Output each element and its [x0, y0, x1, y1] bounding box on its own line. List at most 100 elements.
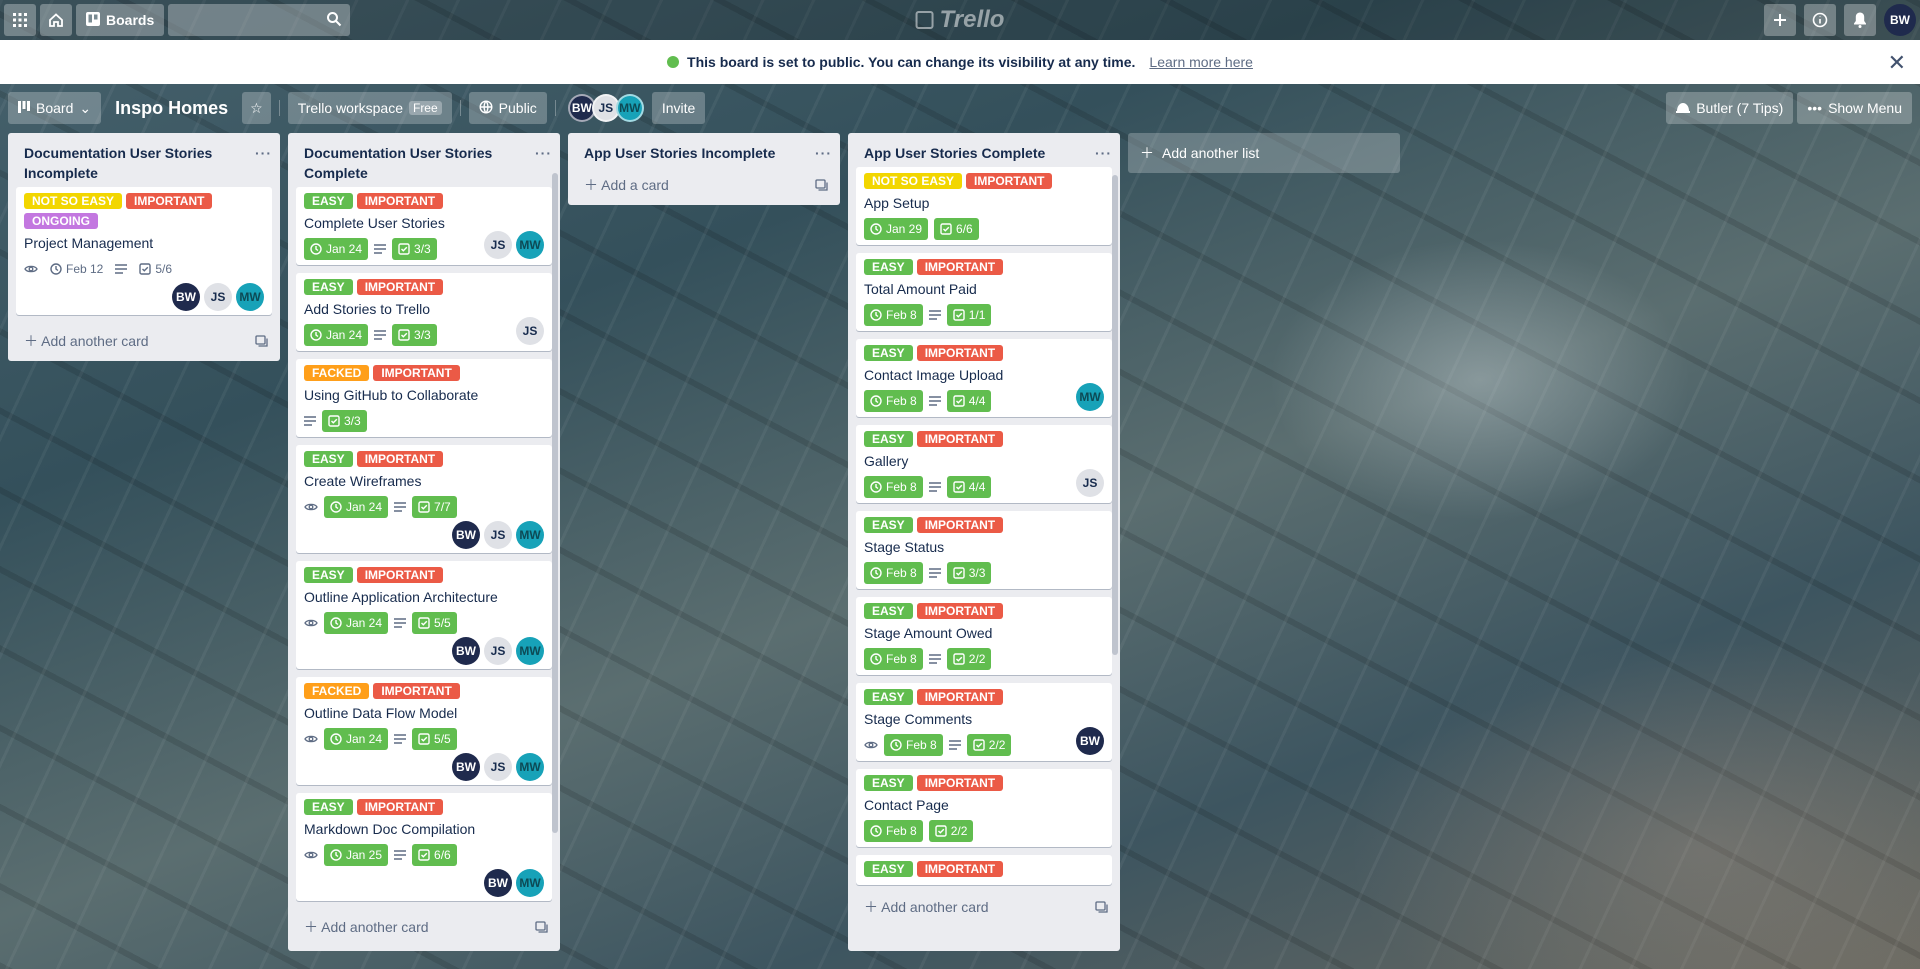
close-icon[interactable]: ✕ [1888, 50, 1906, 76]
card[interactable]: EASY IMPORTANT Contact Image Upload Feb 8 4/… [856, 339, 1112, 417]
list-title[interactable]: App User Stories Complete [864, 143, 1045, 163]
card-label[interactable]: EASY [304, 451, 353, 467]
more-icon[interactable]: ··· [535, 143, 552, 183]
card-label[interactable]: ONGOING [24, 213, 99, 229]
member-avatar[interactable]: JS [204, 283, 232, 311]
learn-more-link[interactable]: Learn more here [1149, 54, 1253, 70]
card[interactable]: EASY IMPORTANT Add Stories to Trello Jan 24… [296, 273, 552, 351]
card-label[interactable]: IMPORTANT [356, 799, 444, 815]
info-icon[interactable] [1804, 4, 1836, 36]
card-label[interactable]: FACKED [304, 365, 370, 381]
card-label[interactable]: NOT SO EASY [864, 173, 963, 189]
workspace-button[interactable]: Trello workspace Free [287, 92, 452, 124]
member-avatar[interactable]: JS [484, 521, 512, 549]
card-label[interactable]: EASY [304, 567, 353, 583]
due-date-badge[interactable]: Feb 8 [864, 476, 923, 498]
card-label[interactable]: IMPORTANT [966, 173, 1053, 189]
add-card-button[interactable]: ＋ Add a card [568, 167, 840, 205]
app-switcher-icon[interactable] [4, 4, 36, 36]
card-label[interactable]: NOT SO EASY [24, 193, 123, 209]
notifications-icon[interactable] [1844, 4, 1876, 36]
invite-button[interactable]: Invite [651, 92, 706, 124]
card[interactable]: EASY IMPORTANT Stage Status Feb 8 3/3 [856, 511, 1112, 589]
card[interactable]: EASY IMPORTANT Create Wireframes Jan 24 7/7 B… [296, 445, 552, 553]
add-card-button[interactable]: ＋ Add another card [288, 909, 560, 947]
more-icon[interactable]: ··· [255, 143, 272, 183]
card[interactable]: EASY IMPORTANT Stage Comments Feb 8 2/2 BW [856, 683, 1112, 761]
due-date-badge[interactable]: Feb 8 [884, 734, 943, 756]
card[interactable]: NOT SO EASY IMPORTANT App Setup Jan 29 6/6 [856, 167, 1112, 245]
card-label[interactable]: EASY [864, 259, 913, 275]
member-avatar[interactable]: MW [516, 231, 544, 259]
member-avatar[interactable]: BW [452, 521, 480, 549]
visibility-button[interactable]: Public [468, 92, 547, 124]
card[interactable]: NOT SO EASY IMPORTANT ONGOING Project Manag… [16, 187, 272, 315]
member-avatar[interactable]: MW [516, 521, 544, 549]
card[interactable]: EASY IMPORTANT Contact Page Feb 8 2/2 [856, 769, 1112, 847]
card-label[interactable]: IMPORTANT [356, 451, 444, 467]
member-avatar[interactable]: MW [236, 283, 264, 311]
card[interactable]: FACKED IMPORTANT Outline Data Flow Model Ja… [296, 677, 552, 785]
card-label[interactable]: IMPORTANT [356, 279, 444, 295]
butler-button[interactable]: Butler (7 Tips) [1666, 92, 1794, 124]
add-list-button[interactable]: ＋ Add another list [1128, 133, 1400, 173]
due-date-badge[interactable]: Feb 8 [864, 820, 923, 842]
due-date-badge[interactable]: Jan 24 [324, 496, 389, 518]
card[interactable]: EASY IMPORTANT Stage Amount Owed Feb 8 2/2 [856, 597, 1112, 675]
due-date-badge[interactable]: Jan 24 [324, 612, 389, 634]
card-label[interactable]: FACKED [304, 683, 370, 699]
more-icon[interactable]: ··· [815, 143, 832, 163]
member-avatar[interactable]: BW [172, 283, 200, 311]
home-icon[interactable] [40, 4, 72, 36]
star-icon[interactable]: ☆ [242, 92, 271, 124]
due-date-badge[interactable]: Jan 24 [304, 238, 369, 260]
card-label[interactable]: IMPORTANT [356, 193, 444, 209]
card-label[interactable]: EASY [304, 799, 353, 815]
member-avatar[interactable]: JS [484, 637, 512, 665]
card[interactable]: EASY IMPORTANT Outline Application Archite… [296, 561, 552, 669]
due-date-badge[interactable]: Feb 8 [864, 648, 923, 670]
member-avatar[interactable]: JS [516, 317, 544, 345]
member-avatar[interactable]: MW [516, 753, 544, 781]
board-view-switcher[interactable]: Board ⌄ [8, 92, 102, 124]
card-label[interactable]: IMPORTANT [916, 259, 1004, 275]
card-template-icon[interactable] [535, 921, 548, 933]
member-avatar[interactable]: MW [1076, 383, 1104, 411]
card-label[interactable]: EASY [864, 431, 913, 447]
member-avatar[interactable]: BW [452, 753, 480, 781]
member-avatar[interactable]: MW [615, 94, 644, 122]
member-avatar[interactable]: MW [516, 637, 544, 665]
boards-button[interactable]: Boards [76, 4, 165, 36]
due-date-badge[interactable]: Feb 8 [864, 304, 923, 326]
trello-logo[interactable]: Trello [915, 6, 1004, 34]
member-avatar[interactable]: MW [516, 869, 544, 897]
card-label[interactable]: IMPORTANT [373, 365, 460, 381]
list-title[interactable]: Documentation User Stories Complete [304, 143, 535, 183]
card-label[interactable]: EASY [304, 193, 353, 209]
due-date-badge[interactable]: Jan 24 [324, 728, 389, 750]
card-label[interactable]: IMPORTANT [916, 775, 1004, 791]
card[interactable]: EASY IMPORTANT Complete User Stories Jan 24… [296, 187, 552, 265]
card-label[interactable]: EASY [864, 861, 913, 877]
card-label[interactable]: IMPORTANT [916, 431, 1004, 447]
card-template-icon[interactable] [1095, 901, 1108, 913]
card-template-icon[interactable] [815, 179, 828, 191]
card[interactable]: EASY IMPORTANT Gallery Feb 8 4/4 JS [856, 425, 1112, 503]
card-label[interactable]: EASY [864, 345, 913, 361]
create-icon[interactable] [1764, 4, 1796, 36]
list-title[interactable]: Documentation User Stories Incomplete [24, 143, 255, 183]
card-label[interactable]: IMPORTANT [916, 603, 1004, 619]
card[interactable]: EASY IMPORTANT Total Amount Paid Feb 8 1/1 [856, 253, 1112, 331]
card[interactable]: FACKED IMPORTANT Using GitHub to Collabora… [296, 359, 552, 437]
card-label[interactable]: EASY [864, 603, 913, 619]
due-date-badge[interactable]: Jan 29 [864, 218, 929, 240]
card-label[interactable]: IMPORTANT [916, 861, 1004, 877]
card-label[interactable]: IMPORTANT [356, 567, 444, 583]
card[interactable]: EASY IMPORTANT [856, 855, 1112, 885]
due-date-badge[interactable]: Jan 24 [304, 324, 369, 346]
card-label[interactable]: EASY [304, 279, 353, 295]
card-label[interactable]: IMPORTANT [916, 517, 1004, 533]
member-avatar[interactable]: BW [1076, 727, 1104, 755]
due-date-badge[interactable]: Feb 12 [44, 258, 109, 280]
card-template-icon[interactable] [255, 335, 268, 347]
